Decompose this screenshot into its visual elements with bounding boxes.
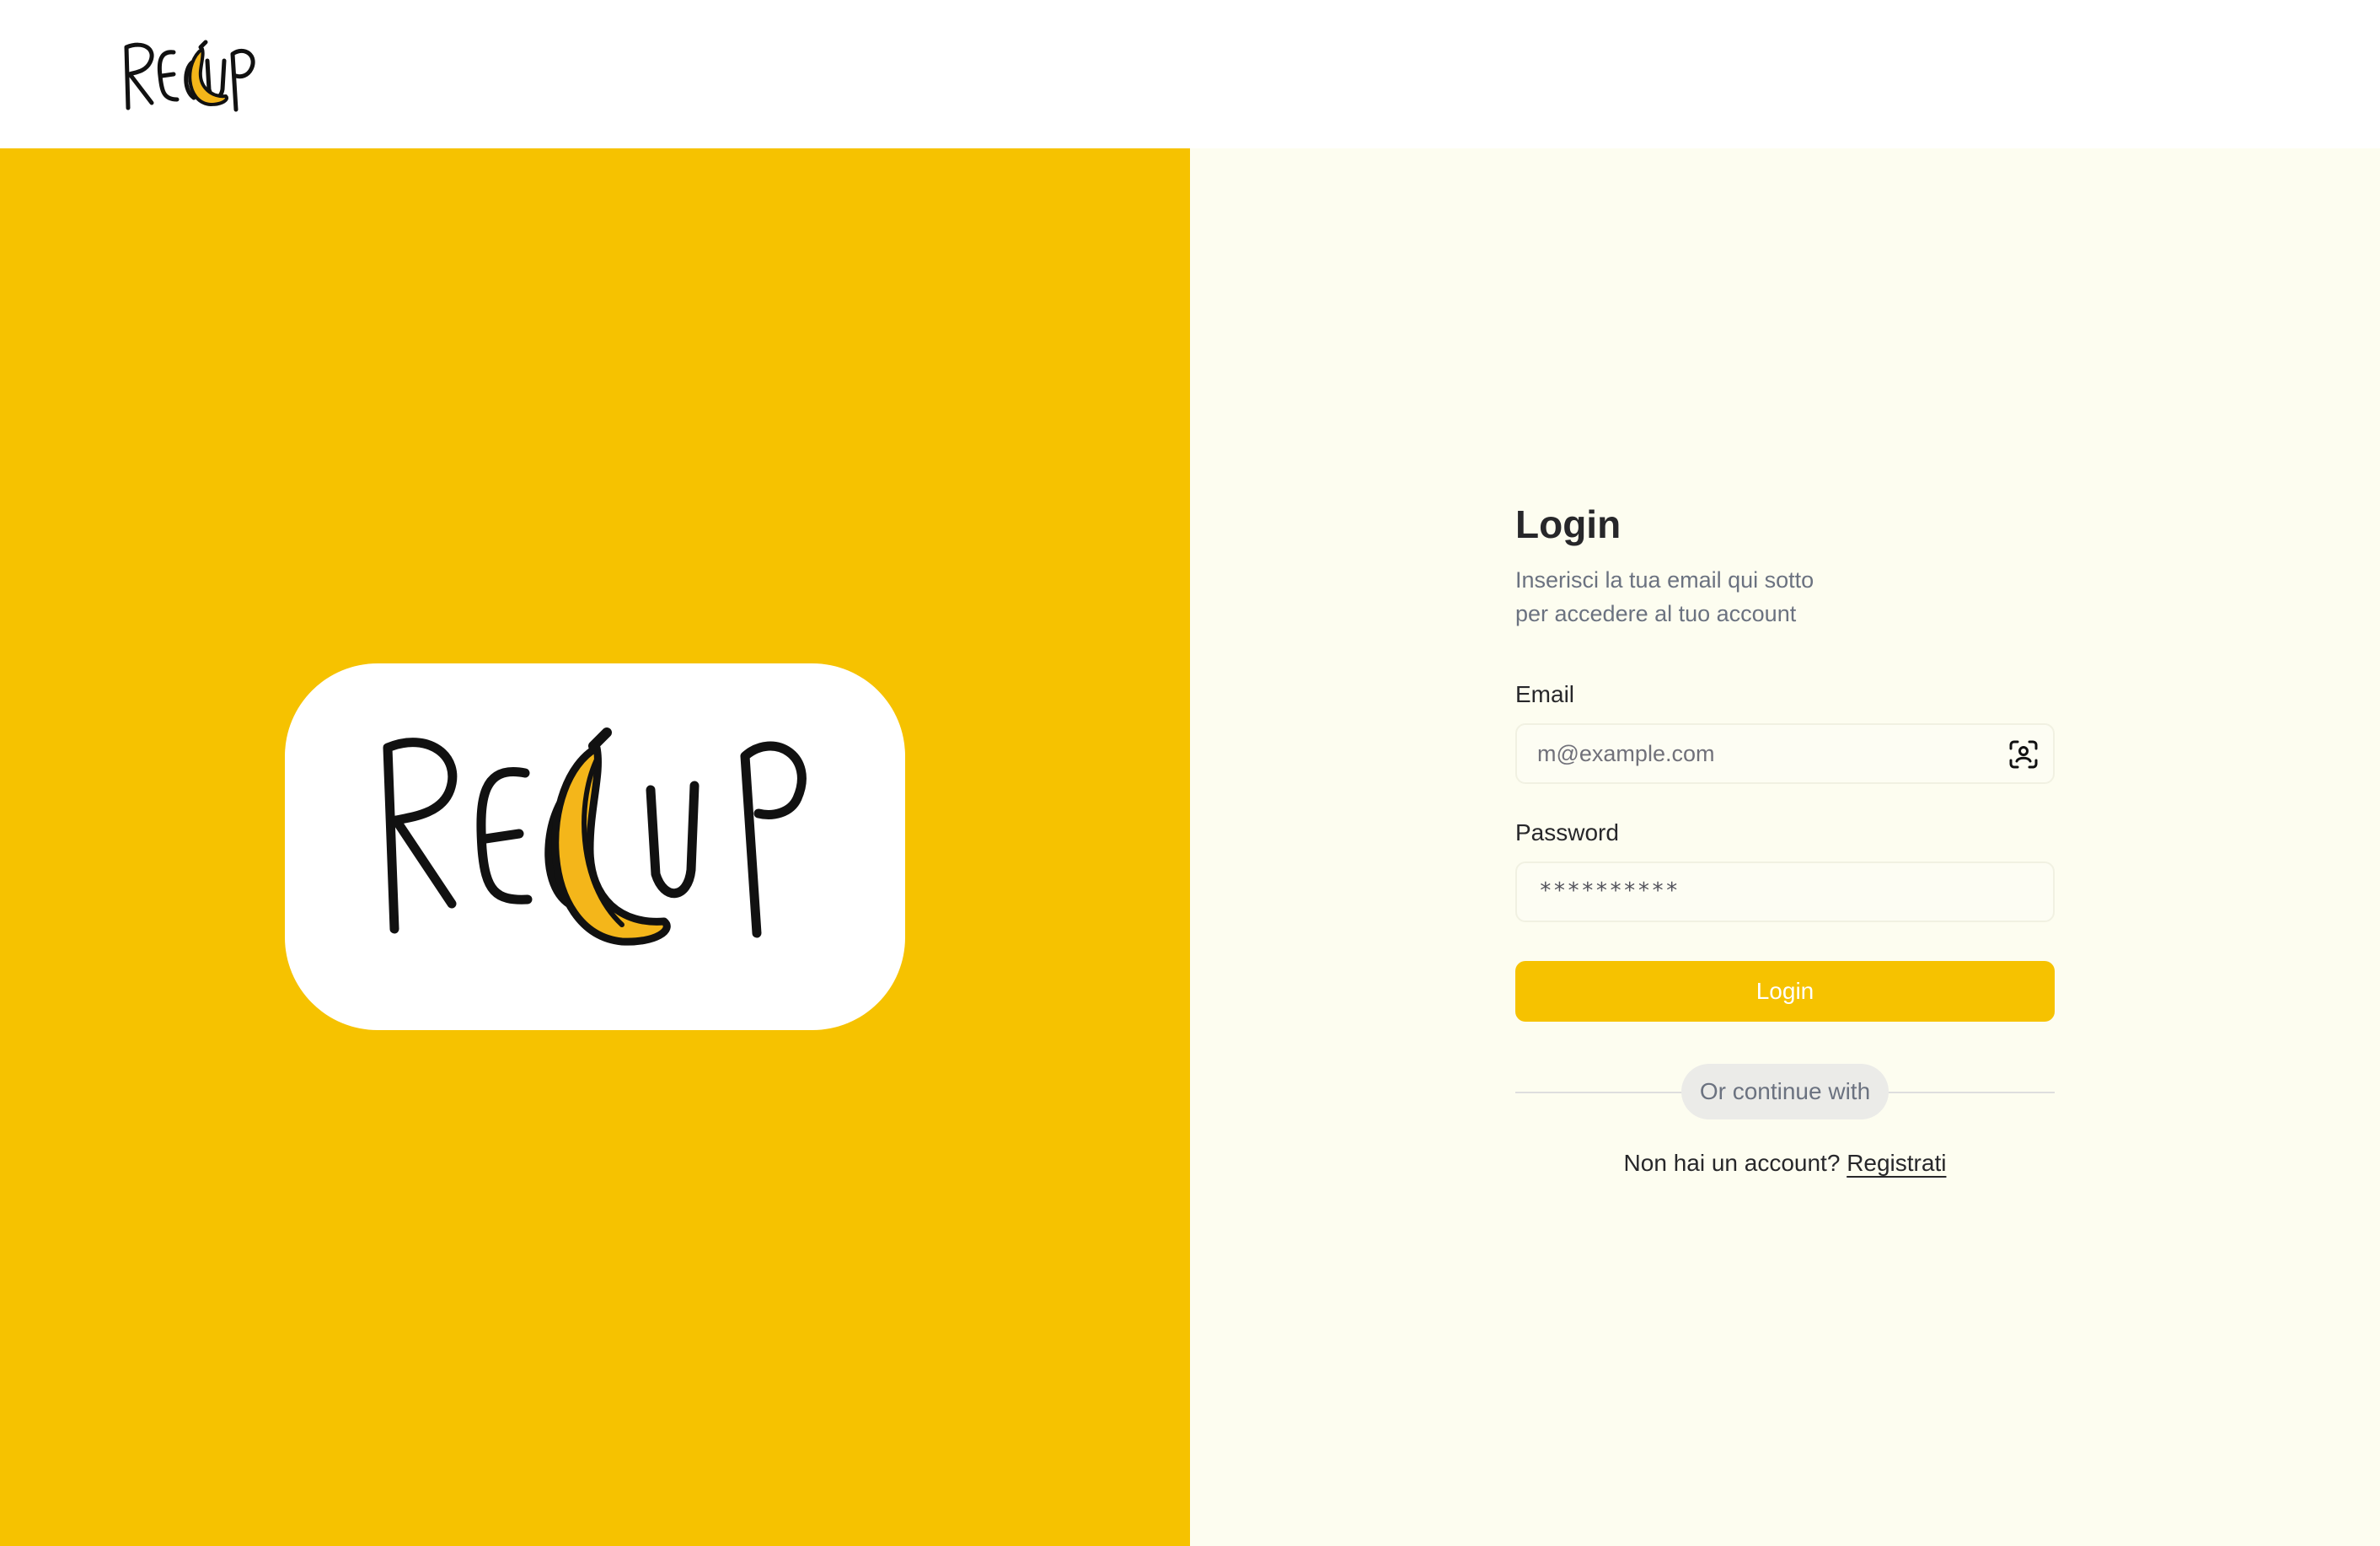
logo-card <box>285 663 905 1030</box>
email-field-wrapper <box>1515 723 2055 784</box>
recup-logo-small-icon[interactable] <box>118 29 270 120</box>
signup-link[interactable]: Registrati <box>1847 1150 1946 1176</box>
email-label: Email <box>1515 681 1575 707</box>
contact-autofill-icon[interactable] <box>2007 738 2040 770</box>
login-form: Login Inserisci la tua email qui sotto p… <box>1515 497 2055 1177</box>
divider-text: Or continue with <box>1681 1064 1889 1119</box>
login-button[interactable]: Login <box>1515 961 2055 1022</box>
login-title: Login <box>1515 502 1622 546</box>
top-bar <box>0 0 2380 148</box>
login-subtitle: Inserisci la tua email qui sotto per acc… <box>1515 563 2055 631</box>
email-field[interactable] <box>1517 725 2053 782</box>
password-label: Password <box>1515 819 1619 845</box>
subtitle-line-1: Inserisci la tua email qui sotto <box>1515 567 1814 593</box>
hero-panel <box>0 148 1190 1546</box>
recup-logo-large-icon <box>383 727 807 946</box>
signup-prompt: Non hai un account? Registrati <box>1515 1150 2055 1177</box>
password-field[interactable]: ********** <box>1515 862 2055 922</box>
subtitle-line-2: per accedere al tuo account <box>1515 601 1797 626</box>
signup-prompt-text: Non hai un account? <box>1623 1150 1841 1176</box>
or-continue-divider: Or continue with <box>1515 1064 2055 1119</box>
password-mask: ********** <box>1539 878 1680 904</box>
